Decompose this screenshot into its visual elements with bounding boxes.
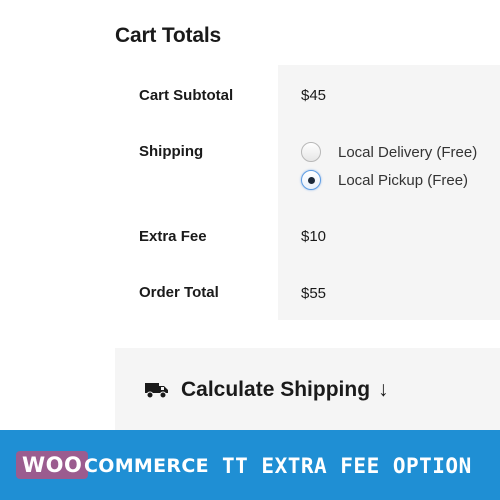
woocommerce-logo-woo: WOO [16, 451, 89, 479]
shipping-option-local-delivery[interactable]: Local Delivery (Free) [301, 142, 477, 162]
local-delivery-radio[interactable] [301, 142, 321, 162]
calculate-shipping-panel: Calculate Shipping ↓ [115, 348, 500, 438]
cart-totals-title: Cart Totals [115, 24, 221, 47]
local-pickup-label: Local Pickup (Free) [338, 171, 469, 189]
cart-subtotal-label: Cart Subtotal [139, 87, 234, 104]
extra-fee-value: $10 [301, 228, 327, 245]
arrow-down-icon: ↓ [378, 378, 389, 401]
calculate-shipping-label: Calculate Shipping [181, 378, 371, 401]
truck-icon [145, 383, 168, 399]
woocommerce-logo-commerce: COMMERCE [84, 455, 209, 477]
order-total-value: $55 [301, 285, 327, 302]
banner-title: TT EXTRA FEE OPTION [222, 454, 472, 478]
local-delivery-label: Local Delivery (Free) [338, 143, 478, 161]
order-total-label: Order Total [139, 284, 219, 301]
extra-fee-label: Extra Fee [139, 228, 207, 245]
calculate-shipping-toggle[interactable]: Calculate Shipping ↓ [145, 378, 389, 402]
shipping-label: Shipping [139, 143, 204, 160]
cart-subtotal-value: $45 [301, 87, 327, 104]
shipping-option-local-pickup[interactable]: Local Pickup (Free) [301, 170, 468, 190]
local-pickup-radio[interactable] [301, 170, 321, 190]
promo-banner: WOO COMMERCE TT EXTRA FEE OPTION [0, 430, 500, 500]
